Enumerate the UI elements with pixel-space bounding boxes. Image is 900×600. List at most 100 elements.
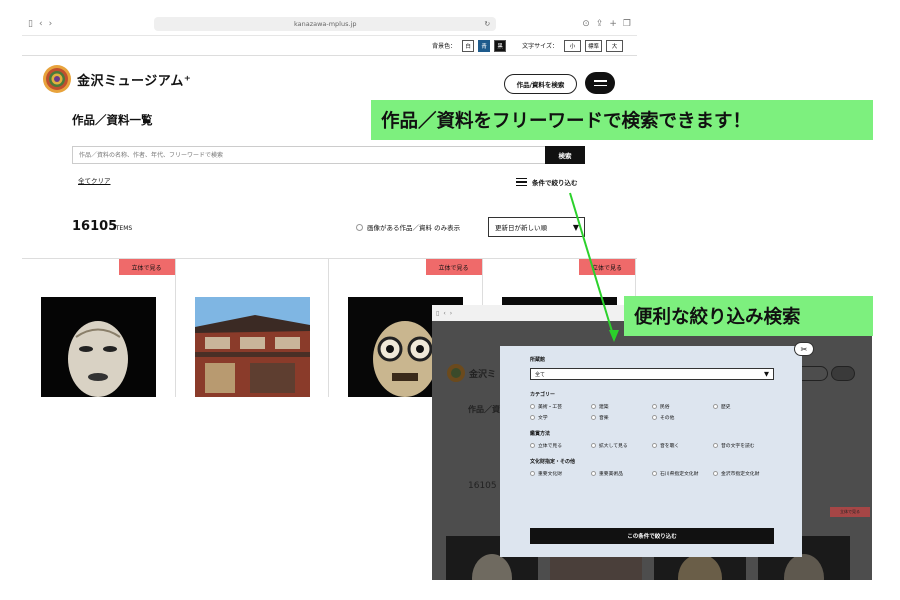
radio-circle[interactable] [530, 415, 535, 420]
category-option[interactable]: 民俗 [652, 403, 713, 410]
image-only-label: 画像がある作品／資料 のみ表示 [367, 224, 461, 232]
flower-logo-icon [43, 65, 71, 93]
category-option[interactable]: 建築 [591, 403, 652, 410]
radio-circle[interactable] [713, 443, 718, 448]
category-option[interactable]: 美術・工芸 [530, 403, 591, 410]
filter-link-label: 条件で絞り込む [532, 179, 578, 187]
url-bar[interactable]: kanazawa-mplus.jp ↻ [154, 16, 497, 31]
browser-toolbar: ▯ ‹ › kanazawa-mplus.jp ↻ ⊙ ⇪ + ❐ [22, 12, 637, 36]
search-works-button[interactable]: 作品/資料を検索 [504, 74, 577, 94]
bg-white-button[interactable]: 白 [462, 39, 475, 52]
category-option[interactable]: 歴史 [713, 403, 774, 410]
cultural-option[interactable]: 重要美術品 [591, 470, 652, 477]
viewing-options: 立体で見る 拡大して見る 音を聴く 昔の文字を読む [530, 442, 802, 449]
noh-mask-image[interactable] [41, 297, 156, 397]
image-only-radio[interactable] [356, 223, 363, 231]
radio-circle[interactable] [652, 415, 657, 420]
radio-circle[interactable] [713, 471, 718, 476]
radio-circle[interactable] [591, 415, 596, 420]
site-header: 金沢ミュージアム⁺ 作品/資料を検索 [22, 56, 637, 106]
search-input[interactable] [72, 146, 545, 164]
dropdown-triangle-icon: ▼ [764, 370, 769, 378]
view-3d-badge[interactable]: 立体で見る [579, 259, 635, 275]
share-icon[interactable]: ⇪ [596, 19, 604, 29]
url-text: kanazawa-mplus.jp [293, 19, 357, 28]
text-size-label: 文字サイズ： [522, 43, 558, 50]
radio-circle[interactable] [591, 404, 596, 409]
holder-select[interactable]: 全て ▼ [530, 368, 774, 380]
search-bar: 検索 [72, 146, 585, 164]
filter-search-callout: 便利な絞り込み検索 [624, 296, 873, 336]
viewing-option[interactable]: 立体で見る [530, 442, 591, 449]
radio-circle[interactable] [713, 404, 718, 409]
forward-icon[interactable]: › [450, 310, 452, 317]
radio-circle[interactable] [591, 471, 596, 476]
viewing-option[interactable]: 拡大して見る [591, 442, 652, 449]
viewing-option[interactable]: 昔の文字を読む [713, 442, 774, 449]
bg-view-3d-badge: 立体で見る [830, 507, 870, 517]
result-card[interactable]: 立体で見る [22, 259, 176, 397]
back-icon[interactable]: ‹ [443, 310, 445, 317]
bg-black-button[interactable]: 黒 [494, 39, 507, 52]
freeword-search-callout: 作品／資料をフリーワードで検索できます！ [371, 100, 873, 140]
text-size-large-button[interactable]: 大 [606, 39, 623, 52]
cultural-options: 重要文化財 重要美術品 石川県指定文化財 金沢市指定文化財 [530, 470, 802, 477]
forward-icon[interactable]: › [49, 19, 53, 29]
sidebar-toggle-icon[interactable]: ▯ [28, 19, 33, 29]
logo-text: 金沢ミュージアム⁺ [77, 73, 192, 89]
viewing-option[interactable]: 音を聴く [652, 442, 713, 449]
text-size-small-button[interactable]: 小 [564, 39, 581, 52]
radio-circle[interactable] [652, 471, 657, 476]
download-icon[interactable]: ⊙ [582, 19, 590, 29]
back-icon[interactable]: ‹ [39, 19, 43, 29]
view-3d-badge[interactable]: 立体で見る [425, 259, 482, 275]
hamburger-menu-button[interactable] [585, 72, 615, 94]
cultural-option[interactable]: 重要文化財 [530, 470, 591, 477]
building-image[interactable] [194, 297, 310, 397]
page-title: 作品／資料一覧 [72, 113, 153, 127]
filter-modal-window: ▯ ‹ › 金沢ミ 作品／資 16105 立体で見る 所蔵館 全て ▼ カテゴリ… [432, 305, 872, 580]
sidebar-toggle-icon[interactable]: ▯ [436, 310, 439, 317]
image-only-toggle[interactable]: 画像がある作品／資料 のみ表示 [356, 222, 460, 232]
site-logo[interactable]: 金沢ミュージアム⁺ [42, 64, 191, 94]
clear-all-link[interactable]: 全てクリア [78, 175, 111, 185]
filter-sliders-icon [516, 178, 527, 186]
view-3d-badge[interactable]: 立体で見る [118, 259, 175, 275]
cultural-section-title: 文化財指定・その他 [530, 459, 576, 465]
cultural-option[interactable]: 石川県指定文化財 [652, 470, 713, 477]
cultural-option[interactable]: 金沢市指定文化財 [713, 470, 774, 477]
category-section-title: カテゴリー [530, 392, 556, 398]
bg-blue-button[interactable]: 青 [478, 39, 491, 52]
tabs-overview-icon[interactable]: ❐ [623, 19, 631, 29]
category-option[interactable]: 文学 [530, 414, 591, 421]
bg-site-logo: 金沢ミ [446, 363, 496, 383]
bg-result-count: 16105 [468, 481, 497, 491]
text-size-standard-button[interactable]: 標準 [585, 39, 602, 52]
filter-conditions-link[interactable]: 条件で絞り込む [516, 177, 578, 187]
reload-icon[interactable]: ↻ [484, 20, 490, 28]
category-option[interactable]: 音楽 [591, 414, 652, 421]
result-count-unit: ITEMS [114, 225, 133, 232]
new-tab-icon[interactable]: + [609, 19, 617, 29]
menu-line [593, 80, 607, 82]
bg-color-label: 背景色： [432, 43, 457, 50]
radio-circle[interactable] [530, 471, 535, 476]
radio-circle[interactable] [530, 404, 535, 409]
accessibility-bar: 背景色： 白 青 黒 文字サイズ： 小 標準 大 [22, 36, 637, 56]
sort-select[interactable]: 更新日が新しい順 ▼ [488, 217, 585, 237]
radio-circle[interactable] [652, 443, 657, 448]
category-options: 美術・工芸 建築 民俗 歴史 文学 音楽 その他 [530, 403, 802, 421]
radio-circle[interactable] [591, 443, 596, 448]
radio-circle[interactable] [652, 404, 657, 409]
bg-menu-button [831, 366, 855, 381]
apply-filter-button[interactable]: この条件で絞り込む [530, 528, 774, 544]
radio-circle[interactable] [530, 443, 535, 448]
close-modal-button[interactable]: ✂ [794, 342, 814, 356]
dropdown-triangle-icon: ▼ [572, 223, 579, 232]
search-button[interactable]: 検索 [545, 146, 585, 164]
flower-logo-icon [447, 364, 465, 382]
result-card[interactable] [176, 259, 329, 397]
category-option[interactable]: その他 [652, 414, 713, 421]
screenshot-stage: ▯ ‹ › kanazawa-mplus.jp ↻ ⊙ ⇪ + ❐ 背景色： 白… [0, 0, 900, 600]
holder-select-value: 全て [535, 371, 546, 378]
